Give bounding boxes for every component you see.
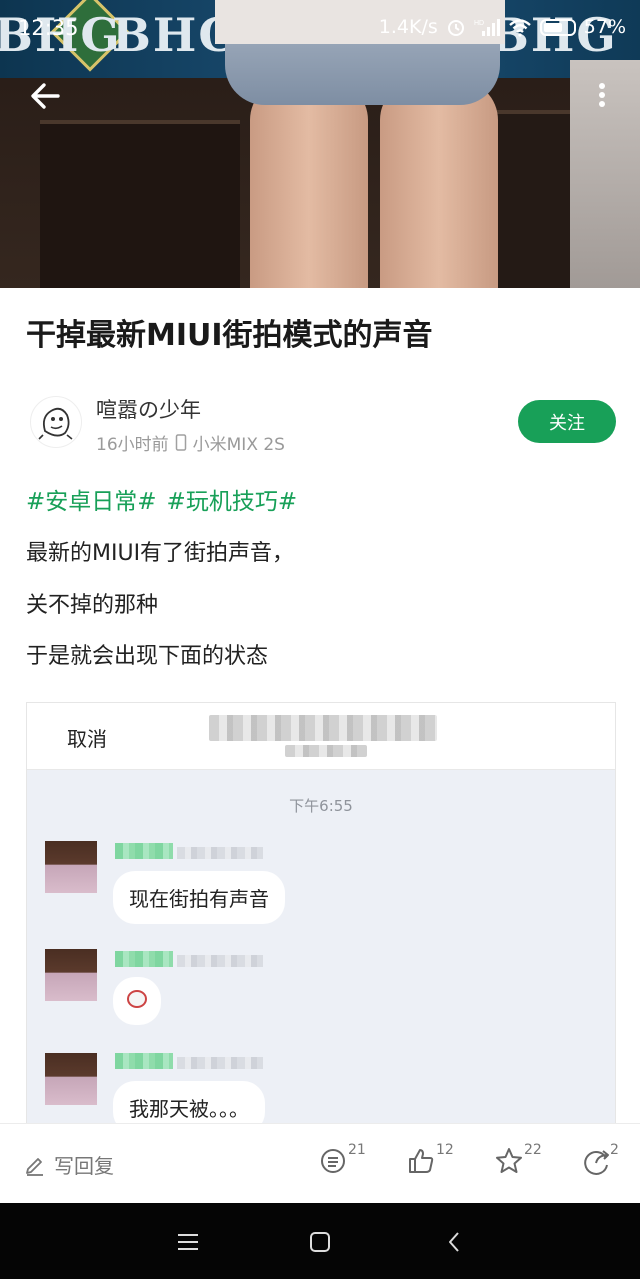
star-icon (496, 1148, 522, 1173)
share-icon (584, 1150, 609, 1175)
svg-text:HD: HD (474, 20, 484, 27)
author-name[interactable]: 喧嚣の少年 (96, 394, 201, 424)
photo-subject-leg (250, 80, 368, 288)
body-paragraph: 最新的MIUI有了街拍声音， (26, 541, 295, 566)
embedded-time-label: 下午6:55 (289, 797, 353, 815)
write-reply-label: 写回复 (54, 1154, 114, 1178)
comment-count: 21 (348, 1142, 366, 1158)
menu-icon (178, 1234, 198, 1250)
home-nav-button[interactable] (307, 1229, 333, 1255)
topic-tag[interactable]: #安卓日常# (26, 482, 157, 516)
arrow-left-icon (31, 83, 60, 109)
shelf-left (40, 120, 240, 288)
follow-button[interactable]: 关注 (518, 400, 616, 443)
author-meta: 16小时前 小米MIX 2S (96, 430, 285, 455)
thumbs-up-icon (409, 1149, 434, 1173)
share-count: 2 (610, 1142, 619, 1158)
cartoon-avatar-icon (38, 407, 73, 440)
chat-bubble: 现在街拍有声音 (113, 871, 285, 924)
blurred-username (115, 1053, 173, 1069)
pixelated-avatar (45, 949, 97, 1001)
back-nav-button[interactable] (442, 1229, 468, 1255)
more-vertical-icon (599, 83, 605, 107)
post-time: 16小时前 (96, 435, 169, 455)
blurred-user-meta (177, 955, 263, 967)
embedded-screenshot[interactable]: 取消 下午6:55 现在街拍有声音 我那天被。。。 (26, 702, 616, 1164)
body-paragraph: 关不掉的那种 (26, 593, 159, 618)
wifi-icon (508, 19, 531, 37)
blurred-chat-name (209, 715, 437, 741)
topic-tag[interactable]: #玩机技巧# (167, 482, 298, 516)
pencil-icon (26, 1157, 43, 1176)
chevron-left-icon (449, 1232, 459, 1252)
more-button[interactable] (588, 78, 616, 114)
blurred-user-meta (177, 1057, 263, 1069)
pixelated-avatar (45, 1053, 97, 1105)
net-speed: 1.4K/s (378, 16, 438, 38)
pixelated-avatar (45, 841, 97, 893)
comment-icon (321, 1149, 345, 1173)
chat-bubble-sticker (113, 977, 161, 1025)
favorite-count: 22 (524, 1142, 542, 1158)
menu-nav-button[interactable] (175, 1229, 201, 1255)
blurred-chat-subtitle (285, 745, 367, 757)
embedded-header: 取消 (27, 703, 615, 770)
topic-tags: #安卓日常# #玩机技巧# (26, 482, 297, 516)
author-avatar[interactable] (30, 396, 82, 448)
share-button[interactable]: 2 (582, 1142, 619, 1186)
favorite-button[interactable]: 22 (494, 1142, 542, 1186)
alarm-icon (447, 20, 464, 36)
embedded-cancel-label: 取消 (67, 727, 107, 751)
author-row: 喧嚣の少年 16小时前 小米MIX 2S 关注 (26, 390, 616, 460)
battery-icon (539, 18, 576, 36)
blurred-username (115, 951, 173, 967)
signal-icon: HD (474, 19, 500, 36)
like-count: 12 (436, 1142, 454, 1158)
status-time: 12:35 (18, 16, 79, 40)
status-bar: 12:35 1.4K/s HD 57% (0, 0, 640, 58)
battery-percent: 57% (583, 16, 626, 38)
blurred-username (115, 843, 173, 859)
comment-button[interactable]: 21 (318, 1142, 366, 1186)
write-reply-button[interactable]: 写回复 (24, 1150, 114, 1179)
phone-icon (175, 434, 186, 451)
body-paragraph: 于是就会出现下面的状态 (26, 644, 269, 669)
photo-subject-leg (380, 80, 498, 288)
post-title: 干掉最新MIUI街拍模式的声音 (26, 318, 433, 353)
post-action-bar: 写回复 21 12 22 2 (0, 1123, 640, 1204)
post-device: 小米MIX 2S (192, 435, 285, 455)
emoji-sticker-icon (127, 990, 147, 1008)
system-nav-bar (0, 1203, 640, 1279)
blurred-user-meta (177, 847, 263, 859)
home-square-icon (310, 1232, 330, 1252)
back-button[interactable] (26, 78, 66, 114)
like-button[interactable]: 12 (406, 1142, 454, 1186)
